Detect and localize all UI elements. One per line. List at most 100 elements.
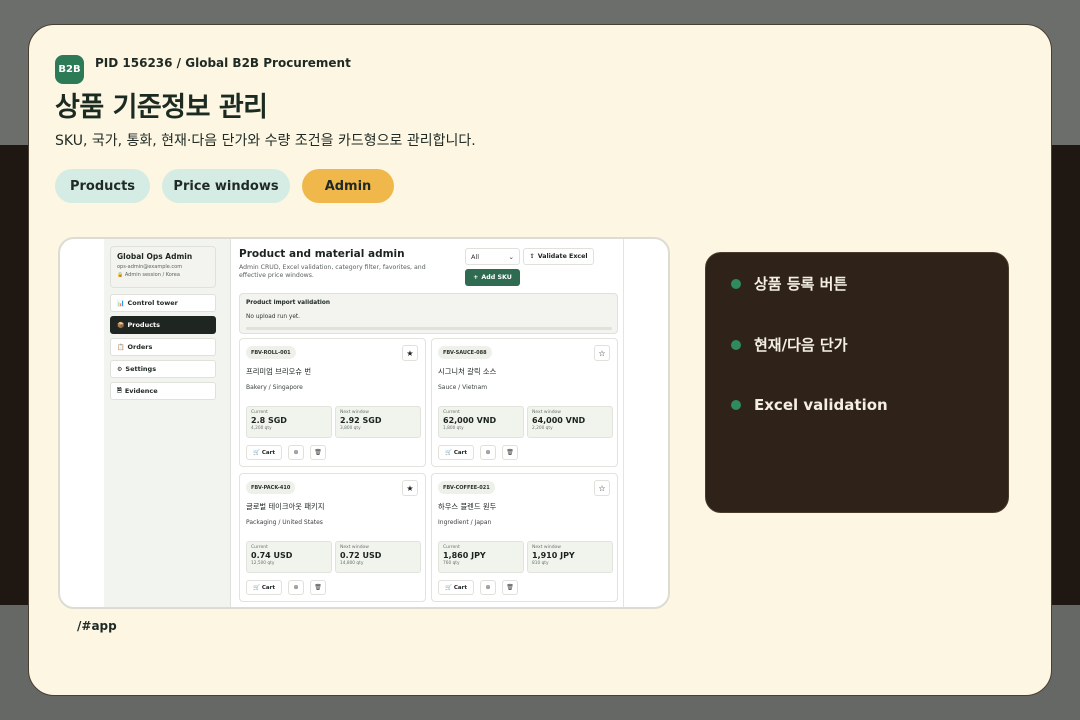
- feature-item: Excel validation: [731, 396, 888, 414]
- import-title: Product import validation: [246, 300, 330, 306]
- bullet-dot-icon: [731, 339, 741, 350]
- import-status: No upload run yet.: [246, 314, 300, 320]
- sidebar-item-control-tower[interactable]: 📊 Control tower: [110, 294, 216, 312]
- plus-icon: +: [473, 274, 479, 281]
- bullet-dot-icon: [731, 400, 741, 410]
- current-qty: 1,800 qty: [443, 426, 464, 431]
- sidebar-item-evidence[interactable]: 🗎 Evidence: [110, 382, 216, 400]
- next-price: 2.92 SGD: [340, 416, 382, 425]
- cart-label: Cart: [261, 584, 275, 591]
- trash-icon[interactable]: 🗑: [502, 580, 518, 595]
- feature-item: 상품 등록 버튼: [731, 273, 847, 294]
- add-to-cart-button[interactable]: 🛒 Cart: [246, 580, 282, 595]
- sidebar-item-settings[interactable]: ⚙ Settings: [110, 360, 216, 378]
- next-qty: 3,800 qty: [340, 426, 361, 431]
- cart-icon: 🛒: [445, 449, 452, 456]
- next-price-box: Next window 1,910 JPY 810 qty: [527, 541, 613, 573]
- product-category: Packaging / United States: [246, 519, 323, 526]
- sidebar-item-label: Control tower: [127, 299, 178, 307]
- next-price: 1,910 JPY: [532, 551, 575, 560]
- next-label: Next window: [532, 545, 561, 550]
- account-session: 🔒 Admin session / Korea: [117, 272, 209, 278]
- bullet-dot-icon: [731, 278, 741, 289]
- current-price: 0.74 USD: [251, 551, 293, 560]
- product-card: FBV-SAUCE-088 ☆ 시그니처 갈릭 소스 Sauce / Vietn…: [431, 338, 618, 467]
- sidebar-item-orders[interactable]: 📋 Orders: [110, 338, 216, 356]
- favorite-star-icon[interactable]: ★: [402, 480, 418, 496]
- project-id: PID 156236 / Global B2B Procurement: [95, 56, 351, 70]
- next-qty: 14,800 qty: [340, 561, 364, 566]
- next-price-box: Next window 2.92 SGD 3,800 qty: [335, 406, 421, 438]
- session-label: Admin session / Korea: [124, 272, 180, 278]
- account-card: Global Ops Admin ops-admin@example.com 🔒…: [110, 246, 216, 288]
- tab-products[interactable]: Products: [55, 169, 150, 203]
- lock-icon: 🔒: [117, 272, 124, 278]
- product-card: FBV-COFFEE-021 ☆ 하우스 블렌드 원두 Ingredient /…: [431, 473, 618, 602]
- sidebar-item-label: Orders: [127, 343, 153, 351]
- add-to-cart-button[interactable]: 🛒 Cart: [438, 580, 474, 595]
- settings-icon: ⚙: [117, 365, 123, 373]
- cart-icon: 🛒: [253, 449, 260, 456]
- import-validation-panel: Product import validation No upload run …: [239, 293, 618, 334]
- product-name: 하우스 블렌드 원두: [438, 502, 497, 511]
- sidebar-divider: [230, 239, 231, 607]
- feature-item: 현재/다음 단가: [731, 334, 848, 355]
- product-category: Sauce / Vietnam: [438, 384, 488, 391]
- feature-label: 현재/다음 단가: [754, 336, 848, 354]
- dashboard-icon: 📊: [117, 299, 125, 307]
- product-category: Ingredient / Japan: [438, 519, 492, 526]
- product-category: Bakery / Singapore: [246, 384, 303, 391]
- trash-icon[interactable]: 🗑: [310, 445, 326, 460]
- feature-label: Excel validation: [754, 396, 888, 414]
- b2b-logo: B2B: [55, 55, 84, 84]
- sidebar-item-label: Evidence: [124, 387, 158, 395]
- upload-icon: ⇪: [529, 253, 535, 260]
- cart-label: Cart: [453, 584, 467, 591]
- page-subtitle: SKU, 국가, 통화, 현재·다음 단가와 수량 조건을 카드형으로 관리합니…: [55, 133, 476, 149]
- package-icon[interactable]: ⊚: [480, 445, 496, 460]
- content-edge: [623, 239, 624, 607]
- evidence-icon: 🗎: [117, 387, 122, 394]
- next-price: 64,000 VND: [532, 416, 586, 425]
- favorite-star-icon[interactable]: ☆: [594, 480, 610, 496]
- app-screenshot: Global Ops Admin ops-admin@example.com 🔒…: [58, 237, 670, 609]
- cart-icon: 🛒: [445, 584, 452, 591]
- add-to-cart-button[interactable]: 🛒 Cart: [438, 445, 474, 460]
- current-label: Current: [251, 410, 268, 415]
- favorite-star-icon[interactable]: ★: [402, 345, 418, 361]
- current-price-box: Current 1,860 JPY 760 qty: [438, 541, 524, 573]
- package-icon[interactable]: ⊚: [480, 580, 496, 595]
- current-price: 2.8 SGD: [251, 416, 287, 425]
- category-filter-select[interactable]: All ⌄: [465, 248, 520, 265]
- next-price: 0.72 USD: [340, 551, 382, 560]
- current-label: Current: [251, 545, 268, 550]
- add-sku-button[interactable]: + Add SKU: [465, 269, 520, 286]
- next-price-box: Next window 0.72 USD 14,800 qty: [335, 541, 421, 573]
- current-qty: 760 qty: [443, 561, 460, 566]
- current-qty: 4,200 qty: [251, 426, 272, 431]
- cart-label: Cart: [453, 449, 467, 456]
- sidebar-item-products[interactable]: 📦 Products: [110, 316, 216, 334]
- package-icon[interactable]: ⊚: [288, 580, 304, 595]
- package-icon[interactable]: ⊚: [288, 445, 304, 460]
- presentation-card: B2B PID 156236 / Global B2B Procurement …: [28, 24, 1052, 696]
- current-label: Current: [443, 410, 460, 415]
- trash-icon[interactable]: 🗑: [502, 445, 518, 460]
- trash-icon[interactable]: 🗑: [310, 580, 326, 595]
- next-qty: 2,200 qty: [532, 426, 553, 431]
- page-title: 상품 기준정보 관리: [55, 92, 268, 123]
- validate-excel-button[interactable]: ⇪ Validate Excel: [523, 248, 594, 265]
- sku-badge: FBV-SAUCE-088: [438, 346, 492, 359]
- tab-price-windows[interactable]: Price windows: [162, 169, 290, 203]
- sidebar-item-label: Products: [127, 321, 161, 329]
- product-name: 시그니처 갈릭 소스: [438, 367, 497, 376]
- import-progress-bar: [246, 327, 612, 330]
- tab-admin[interactable]: Admin: [302, 169, 394, 203]
- next-label: Next window: [340, 545, 369, 550]
- product-name: 글로벌 테이크아웃 패키지: [246, 502, 325, 511]
- favorite-star-icon[interactable]: ☆: [594, 345, 610, 361]
- current-price-box: Current 0.74 USD 12,500 qty: [246, 541, 332, 573]
- add-to-cart-button[interactable]: 🛒 Cart: [246, 445, 282, 460]
- next-qty: 810 qty: [532, 561, 549, 566]
- product-card: FBV-ROLL-001 ★ 프리미엄 브리오슈 번 Bakery / Sing…: [239, 338, 426, 467]
